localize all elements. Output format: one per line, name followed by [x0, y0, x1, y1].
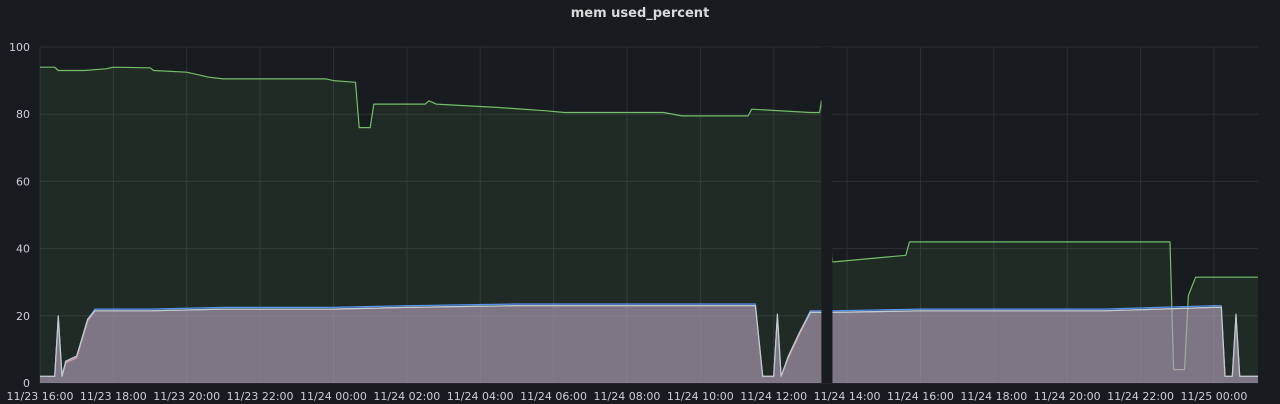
x-tick-label: 11/24 00:00	[300, 390, 367, 403]
y-tick-label: 80	[16, 108, 30, 121]
series-area-3	[40, 305, 1258, 383]
y-tick-label: 20	[16, 310, 30, 323]
x-tick-label: 11/25 00:00	[1181, 390, 1248, 403]
chart-plot[interactable]: 0 20 40 60 80 100 11/23 16:00 11/23 18:00 11/23 …	[0, 0, 1280, 404]
x-tick-label: 11/24 14:00	[814, 390, 881, 403]
x-tick-label: 11/24 08:00	[594, 390, 661, 403]
data-gap	[821, 47, 833, 383]
x-tick-label: 11/24 20:00	[1034, 390, 1101, 403]
x-tick-label: 11/24 02:00	[373, 390, 440, 403]
y-tick-label: 100	[9, 41, 30, 54]
x-tick-label: 11/23 16:00	[7, 390, 74, 403]
x-tick-label: 11/24 16:00	[887, 390, 954, 403]
x-tick-label: 11/24 10:00	[667, 390, 734, 403]
chart-panel: mem used_percent 0 20 40 60 80 100 11/23 16:00…	[0, 0, 1280, 404]
x-tick-label: 11/24 06:00	[520, 390, 587, 403]
y-tick-label: 60	[16, 175, 30, 188]
x-tick-label: 11/23 20:00	[153, 390, 220, 403]
y-tick-label: 40	[16, 243, 30, 256]
x-tick-label: 11/24 18:00	[960, 390, 1027, 403]
x-tick-label: 11/24 12:00	[740, 390, 807, 403]
x-tick-label: 11/23 18:00	[80, 390, 147, 403]
x-tick-label: 11/24 22:00	[1107, 390, 1174, 403]
y-tick-label: 0	[23, 377, 30, 390]
x-tick-label: 11/23 22:00	[227, 390, 294, 403]
x-tick-label: 11/24 04:00	[447, 390, 514, 403]
